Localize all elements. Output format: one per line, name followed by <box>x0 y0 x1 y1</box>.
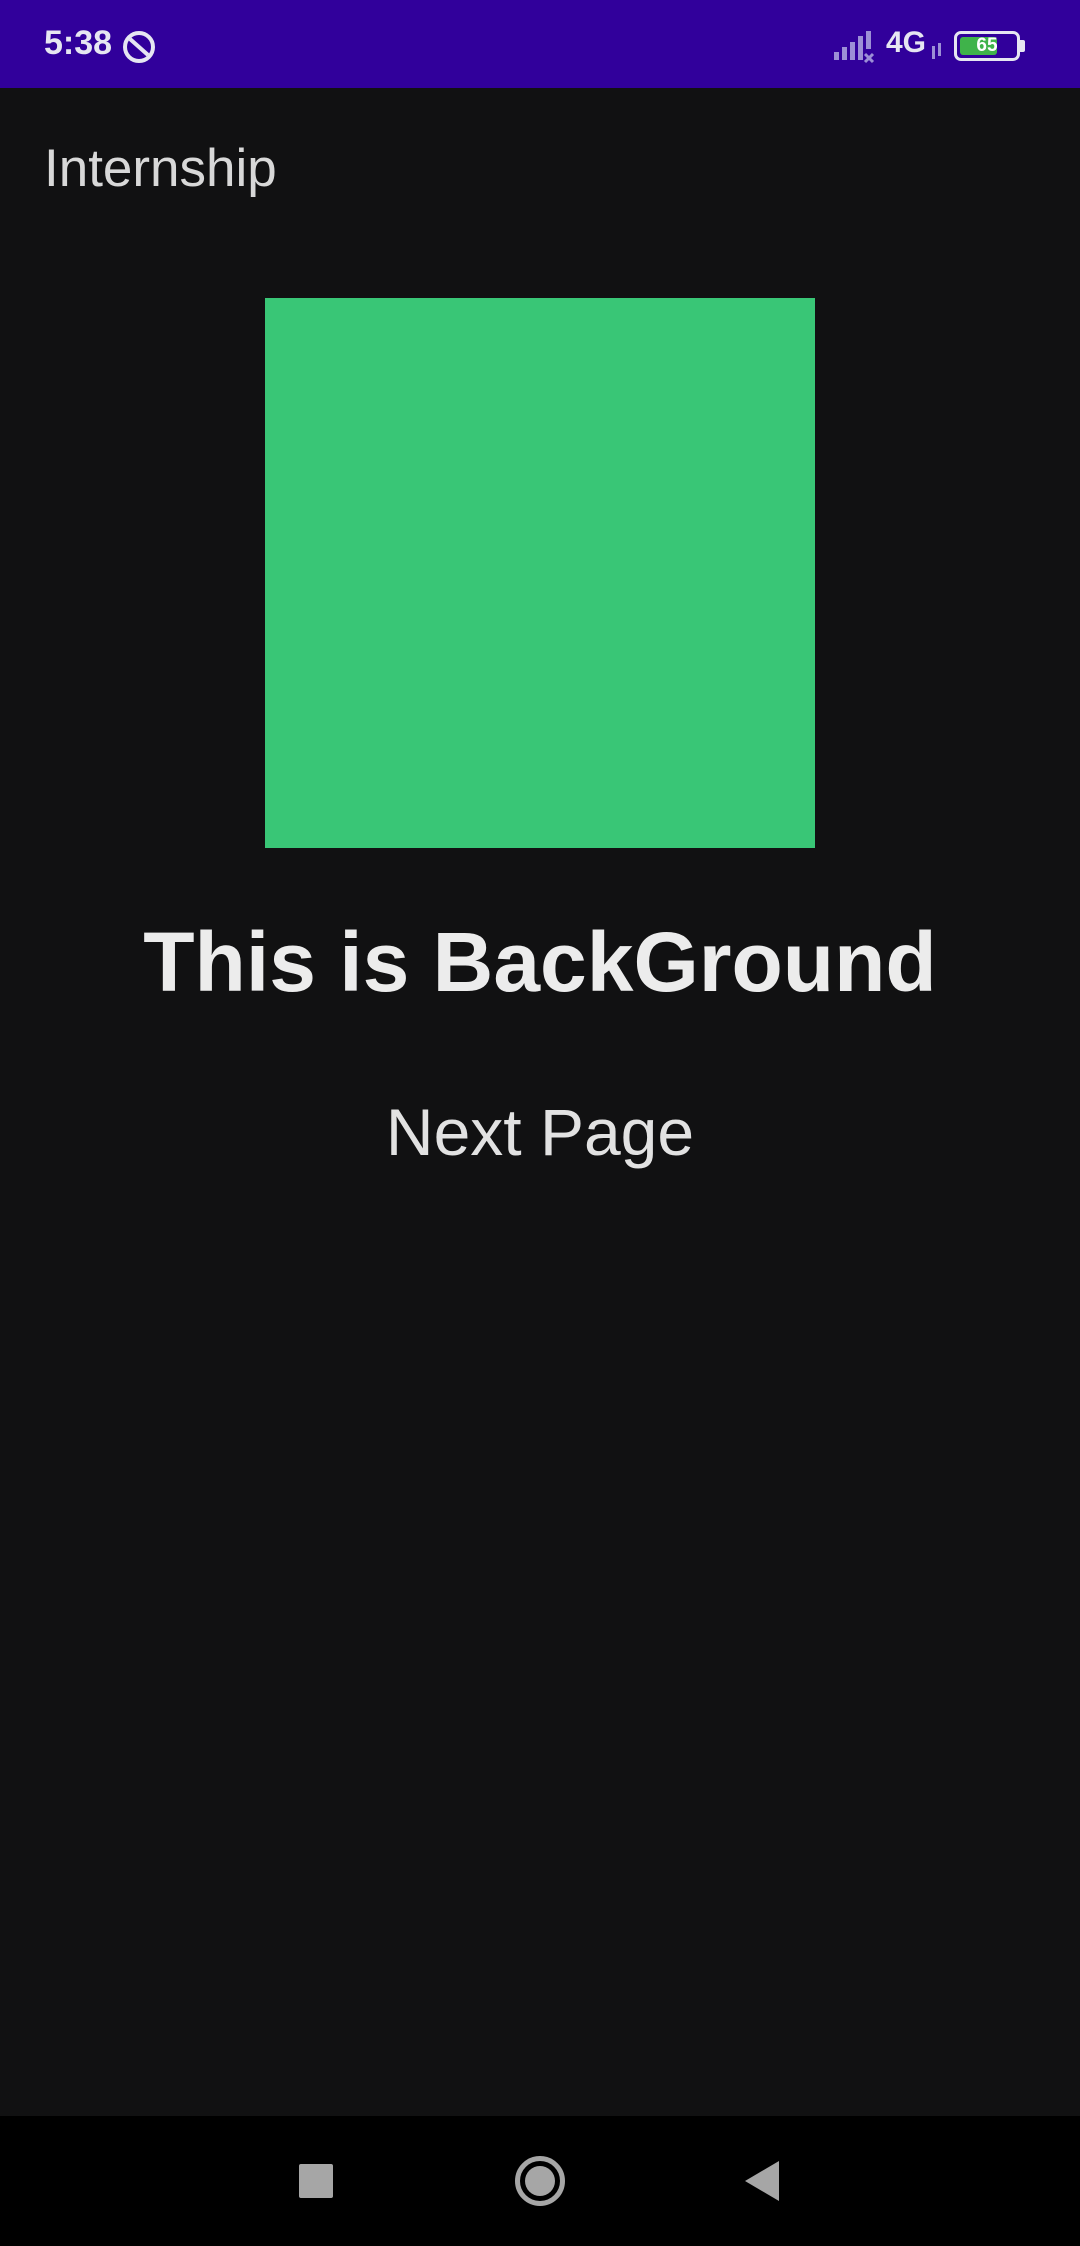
recents-button[interactable] <box>276 2141 356 2221</box>
next-page-button[interactable]: Next Page <box>340 1086 740 1178</box>
home-icon <box>515 2156 565 2206</box>
green-grid-image <box>265 298 815 848</box>
headline: This is BackGround <box>143 915 937 1009</box>
back-button[interactable] <box>722 2141 802 2221</box>
do-not-disturb-icon <box>122 30 156 64</box>
app-title: Internship <box>44 139 277 198</box>
network-activity-icon <box>930 42 944 60</box>
network-type: 4G <box>886 26 927 59</box>
back-icon <box>745 2161 779 2201</box>
battery-level: 65 <box>976 35 998 56</box>
grid-pattern <box>265 298 815 848</box>
battery-tip <box>1020 40 1025 52</box>
recents-icon <box>299 2164 333 2198</box>
status-time: 5:38 <box>44 24 113 62</box>
signal-icon <box>832 30 876 64</box>
status-bar: 5:38 4G 65 <box>0 0 1080 88</box>
battery-icon: 65 <box>954 31 1020 61</box>
home-button[interactable] <box>500 2141 580 2221</box>
navigation-bar <box>0 2116 1080 2246</box>
